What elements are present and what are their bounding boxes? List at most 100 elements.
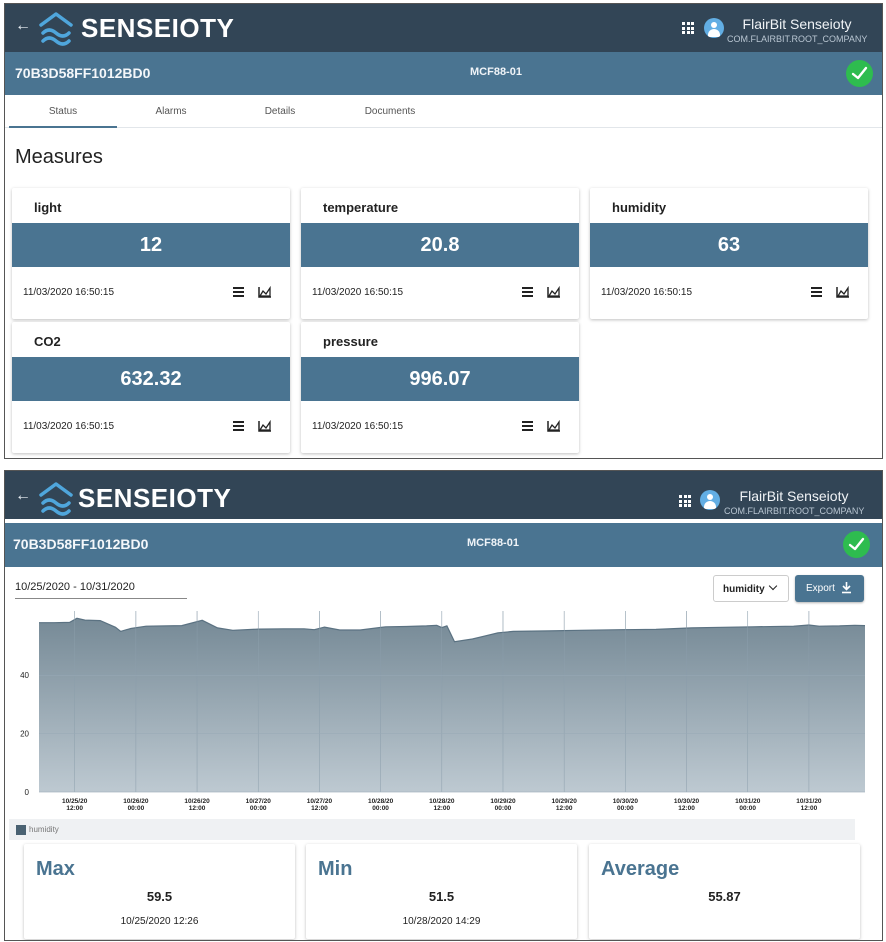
- measure-timestamp: 11/03/2020 16:50:15: [312, 287, 404, 298]
- x-tick-label: 10/31/20: [735, 798, 761, 805]
- check-icon: [843, 531, 870, 558]
- chart-legend: humidity: [9, 819, 855, 840]
- x-tick-label: 10/28/20: [429, 798, 455, 805]
- active-tab-indicator: [9, 126, 117, 128]
- humidity-area-chart: 0204010/25/2012:0010/26/2000:0010/26/201…: [20, 611, 866, 812]
- measure-value: 12: [12, 223, 290, 267]
- chart-icon[interactable]: [836, 286, 850, 298]
- measure-timestamp: 11/03/2020 16:50:15: [23, 287, 115, 298]
- x-tick-label: 10/26/20: [184, 798, 210, 805]
- chevron-down-icon: [768, 581, 778, 591]
- device-tabs: Status Alarms Details Documents: [5, 96, 882, 128]
- chart-icon[interactable]: [547, 420, 561, 432]
- x-tick-label: 10/31/20: [796, 798, 822, 805]
- brand-name: SENSEIOTY: [81, 13, 235, 43]
- list-icon[interactable]: [233, 287, 244, 297]
- y-tick-label: 20: [20, 730, 29, 739]
- x-tick-label: 10/25/20: [62, 798, 88, 805]
- device-bar: 70B3D58FF1012BD0 MCF88-01: [5, 523, 882, 567]
- x-tick-label: 00:00: [372, 805, 389, 812]
- arrow-left-icon[interactable]: ←: [15, 17, 31, 35]
- tab-details[interactable]: Details: [241, 106, 319, 117]
- user-info[interactable]: FlairBit Senseioty COM.FLAIRBIT.ROOT_COM…: [724, 488, 864, 516]
- arrow-left-icon[interactable]: ←: [15, 487, 31, 505]
- measure-card-temperature: temperature 20.8 11/03/2020 16:50:15: [301, 188, 579, 319]
- x-tick-label: 00:00: [617, 805, 634, 812]
- apps-grid-icon[interactable]: [682, 22, 694, 34]
- senseioty-logo: [39, 12, 73, 46]
- apps-grid-icon[interactable]: [679, 495, 691, 507]
- measure-card-pressure: pressure 996.07 11/03/2020 16:50:15: [301, 322, 579, 453]
- user-info[interactable]: FlairBit Senseioty COM.FLAIRBIT.ROOT_COM…: [727, 16, 867, 44]
- tab-alarms[interactable]: Alarms: [131, 106, 211, 117]
- measure-timestamp: 11/03/2020 16:50:15: [312, 421, 404, 432]
- list-icon[interactable]: [522, 421, 533, 431]
- list-icon[interactable]: [233, 421, 244, 431]
- legend-label: humidity: [29, 825, 59, 834]
- stat-card-min: Min 51.5 10/28/2020 14:29: [306, 844, 577, 939]
- stat-card-max: Max 59.5 10/25/2020 12:26: [24, 844, 295, 939]
- measure-value: 63: [590, 223, 868, 267]
- measure-card-humidity: humidity 63 11/03/2020 16:50:15: [590, 188, 868, 319]
- x-tick-label: 00:00: [495, 805, 512, 812]
- avatar-icon[interactable]: [700, 490, 720, 510]
- brand-name: SENSEIOTY: [78, 483, 232, 513]
- device-id: 70B3D58FF1012BD0: [13, 536, 149, 552]
- app-header: ← SENSEIOTY FlairBit Senseioty COM.FLAIR…: [5, 4, 882, 52]
- x-tick-label: 10/29/20: [552, 798, 578, 805]
- x-tick-label: 12:00: [311, 805, 328, 812]
- export-label: Export: [806, 583, 835, 594]
- page-title: Measures: [15, 146, 103, 168]
- x-tick-label: 12:00: [189, 805, 206, 812]
- x-tick-label: 10/27/20: [246, 798, 272, 805]
- x-tick-label: 12:00: [433, 805, 450, 812]
- measure-name: light: [34, 200, 62, 215]
- device-status-screen: ← SENSEIOTY FlairBit Senseioty COM.FLAIR…: [4, 3, 883, 459]
- measure-timestamp: 11/03/2020 16:50:15: [23, 421, 115, 432]
- x-tick-label: 10/30/20: [674, 798, 700, 805]
- device-bar: 70B3D58FF1012BD0 MCF88-01: [5, 52, 882, 95]
- user-name: FlairBit Senseioty: [739, 488, 849, 504]
- measure-name: CO2: [34, 334, 61, 349]
- humidity-area: [39, 618, 865, 792]
- avatar-icon[interactable]: [704, 18, 724, 38]
- measure-value: 632.32: [12, 357, 290, 401]
- chart-icon[interactable]: [258, 286, 272, 298]
- x-tick-label: 10/28/20: [368, 798, 394, 805]
- chart-icon[interactable]: [547, 286, 561, 298]
- x-tick-label: 12:00: [556, 805, 573, 812]
- export-button[interactable]: Export: [795, 575, 864, 602]
- x-tick-label: 12:00: [678, 805, 695, 812]
- stat-value: 55.87: [708, 889, 741, 904]
- stat-card-average: Average 55.87: [589, 844, 860, 939]
- stat-date: 10/25/2020 12:26: [120, 916, 199, 927]
- x-tick-label: 00:00: [739, 805, 756, 812]
- measure-name: pressure: [323, 334, 378, 349]
- device-model: MCF88-01: [470, 66, 522, 78]
- stat-value: 51.5: [428, 889, 455, 904]
- senseioty-logo: [39, 482, 73, 516]
- x-tick-label: 00:00: [128, 805, 145, 812]
- date-range-input[interactable]: 10/25/2020 - 10/31/2020: [15, 581, 187, 599]
- app-header: ← SENSEIOTY FlairBit Senseioty COM.FLAIR…: [5, 471, 882, 519]
- list-icon[interactable]: [811, 287, 822, 297]
- tab-documents[interactable]: Documents: [345, 106, 435, 117]
- measure-select[interactable]: humidity: [713, 575, 789, 602]
- legend-swatch: [16, 825, 26, 835]
- download-icon: [842, 582, 851, 594]
- y-tick-label: 0: [25, 788, 30, 797]
- stat-label: Min: [318, 858, 353, 880]
- stat-label: Average: [601, 858, 680, 880]
- chart-icon[interactable]: [258, 420, 272, 432]
- measure-select-value: humidity: [723, 584, 765, 595]
- stat-date: 10/28/2020 14:29: [402, 916, 481, 927]
- stat-label: Max: [36, 858, 75, 880]
- x-tick-label: 12:00: [66, 805, 83, 812]
- tab-status[interactable]: Status: [9, 106, 117, 117]
- stat-value: 59.5: [146, 889, 173, 904]
- measure-history-screen: ← SENSEIOTY FlairBit Senseioty COM.FLAIR…: [4, 470, 883, 941]
- x-tick-label: 10/30/20: [613, 798, 639, 805]
- measure-timestamp: 11/03/2020 16:50:15: [601, 287, 693, 298]
- device-model: MCF88-01: [467, 537, 519, 549]
- list-icon[interactable]: [522, 287, 533, 297]
